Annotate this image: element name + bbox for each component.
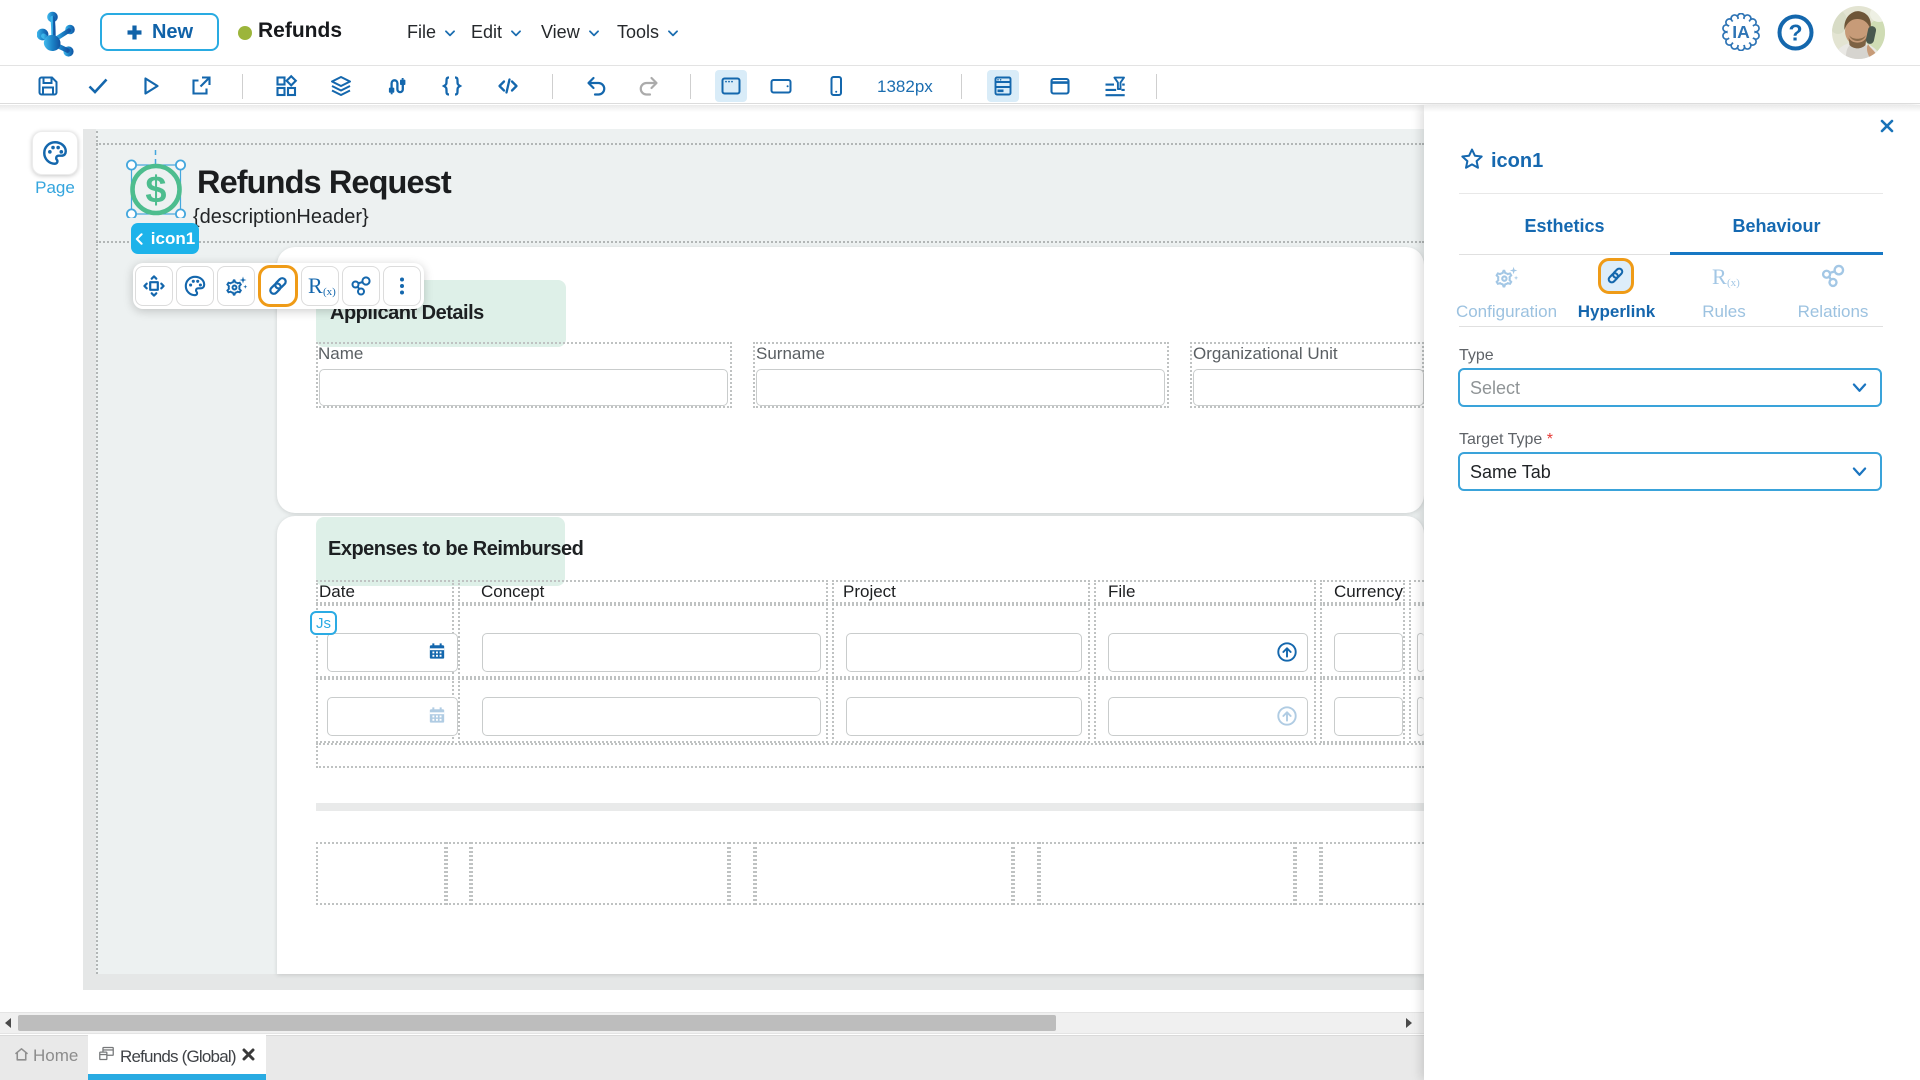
- svg-text:(x): (x): [1727, 277, 1740, 289]
- svg-text:(x): (x): [323, 286, 336, 298]
- svg-text:$: $: [145, 170, 166, 212]
- svg-text:?: ?: [1788, 20, 1802, 46]
- svg-text:IA: IA: [1732, 22, 1750, 42]
- svg-text:R: R: [308, 273, 323, 298]
- svg-text:R: R: [1712, 264, 1727, 289]
